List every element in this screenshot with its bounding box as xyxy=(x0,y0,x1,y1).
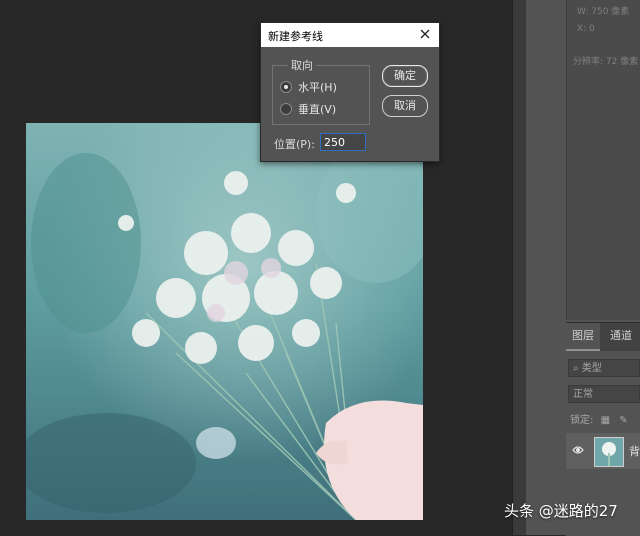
x-readout: X: 0 xyxy=(577,24,595,34)
lock-row: 锁定: ▦ ✎ xyxy=(570,411,628,426)
layer-filter-label: 类型 xyxy=(581,363,602,374)
layers-tabbar: 图层 通道 xyxy=(566,323,640,351)
radio-horizontal-control[interactable] xyxy=(280,81,292,93)
lock-paint-icon[interactable]: ✎ xyxy=(619,415,627,426)
layer-filter-input[interactable]: ⌕ 类型 xyxy=(568,359,640,377)
radio-vertical-label: 垂直(V) xyxy=(298,103,337,116)
position-input[interactable]: 250 xyxy=(320,133,366,151)
properties-panel: W: 750 像素 X: 0 分辨率: 72 像素 xyxy=(566,0,640,320)
panel-divider[interactable] xyxy=(512,0,527,535)
lock-transparent-icon[interactable]: ▦ xyxy=(601,415,610,426)
position-label: 位置(P): xyxy=(274,138,315,151)
dialog-titlebar[interactable]: 新建参考线 xyxy=(261,23,439,47)
tab-channels[interactable]: 通道 xyxy=(604,323,638,349)
ok-button[interactable]: 确定 xyxy=(382,65,428,87)
document-image xyxy=(26,123,423,520)
blend-mode-select[interactable]: 正常 xyxy=(568,385,640,403)
lock-label: 锁定: xyxy=(570,415,594,426)
tab-layers[interactable]: 图层 xyxy=(566,323,600,351)
cancel-button[interactable]: 取消 xyxy=(382,95,428,117)
search-icon: ⌕ xyxy=(573,363,582,374)
layer-thumbnail xyxy=(594,437,624,467)
orientation-legend: 取向 xyxy=(288,57,316,73)
visibility-eye-icon[interactable] xyxy=(572,444,584,456)
flower-bouquet-photo xyxy=(26,123,423,520)
watermark-text: 头条 @迷路的27 xyxy=(504,502,618,520)
right-panel: W: 750 像素 X: 0 分辨率: 72 像素 图层 通道 ⌕ 类型 正常 … xyxy=(526,0,640,536)
width-readout: W: 750 像素 xyxy=(577,7,630,17)
layer-thumbnail-image xyxy=(595,438,623,466)
radio-vertical-control[interactable] xyxy=(280,103,292,115)
layer-name[interactable]: 背 xyxy=(629,443,640,459)
radio-vertical[interactable]: 垂直(V) xyxy=(280,101,336,117)
new-guide-dialog: 新建参考线 取向 水平(H) 垂直(V) 确定 取消 位置(P): 250 xyxy=(260,22,440,162)
close-icon[interactable] xyxy=(417,26,433,42)
radio-horizontal[interactable]: 水平(H) xyxy=(280,79,337,95)
radio-horizontal-label: 水平(H) xyxy=(298,81,337,94)
dialog-title: 新建参考线 xyxy=(268,30,323,43)
layer-row[interactable]: 背 xyxy=(566,433,640,469)
resolution-readout: 分辨率: 72 像素 xyxy=(573,57,639,67)
